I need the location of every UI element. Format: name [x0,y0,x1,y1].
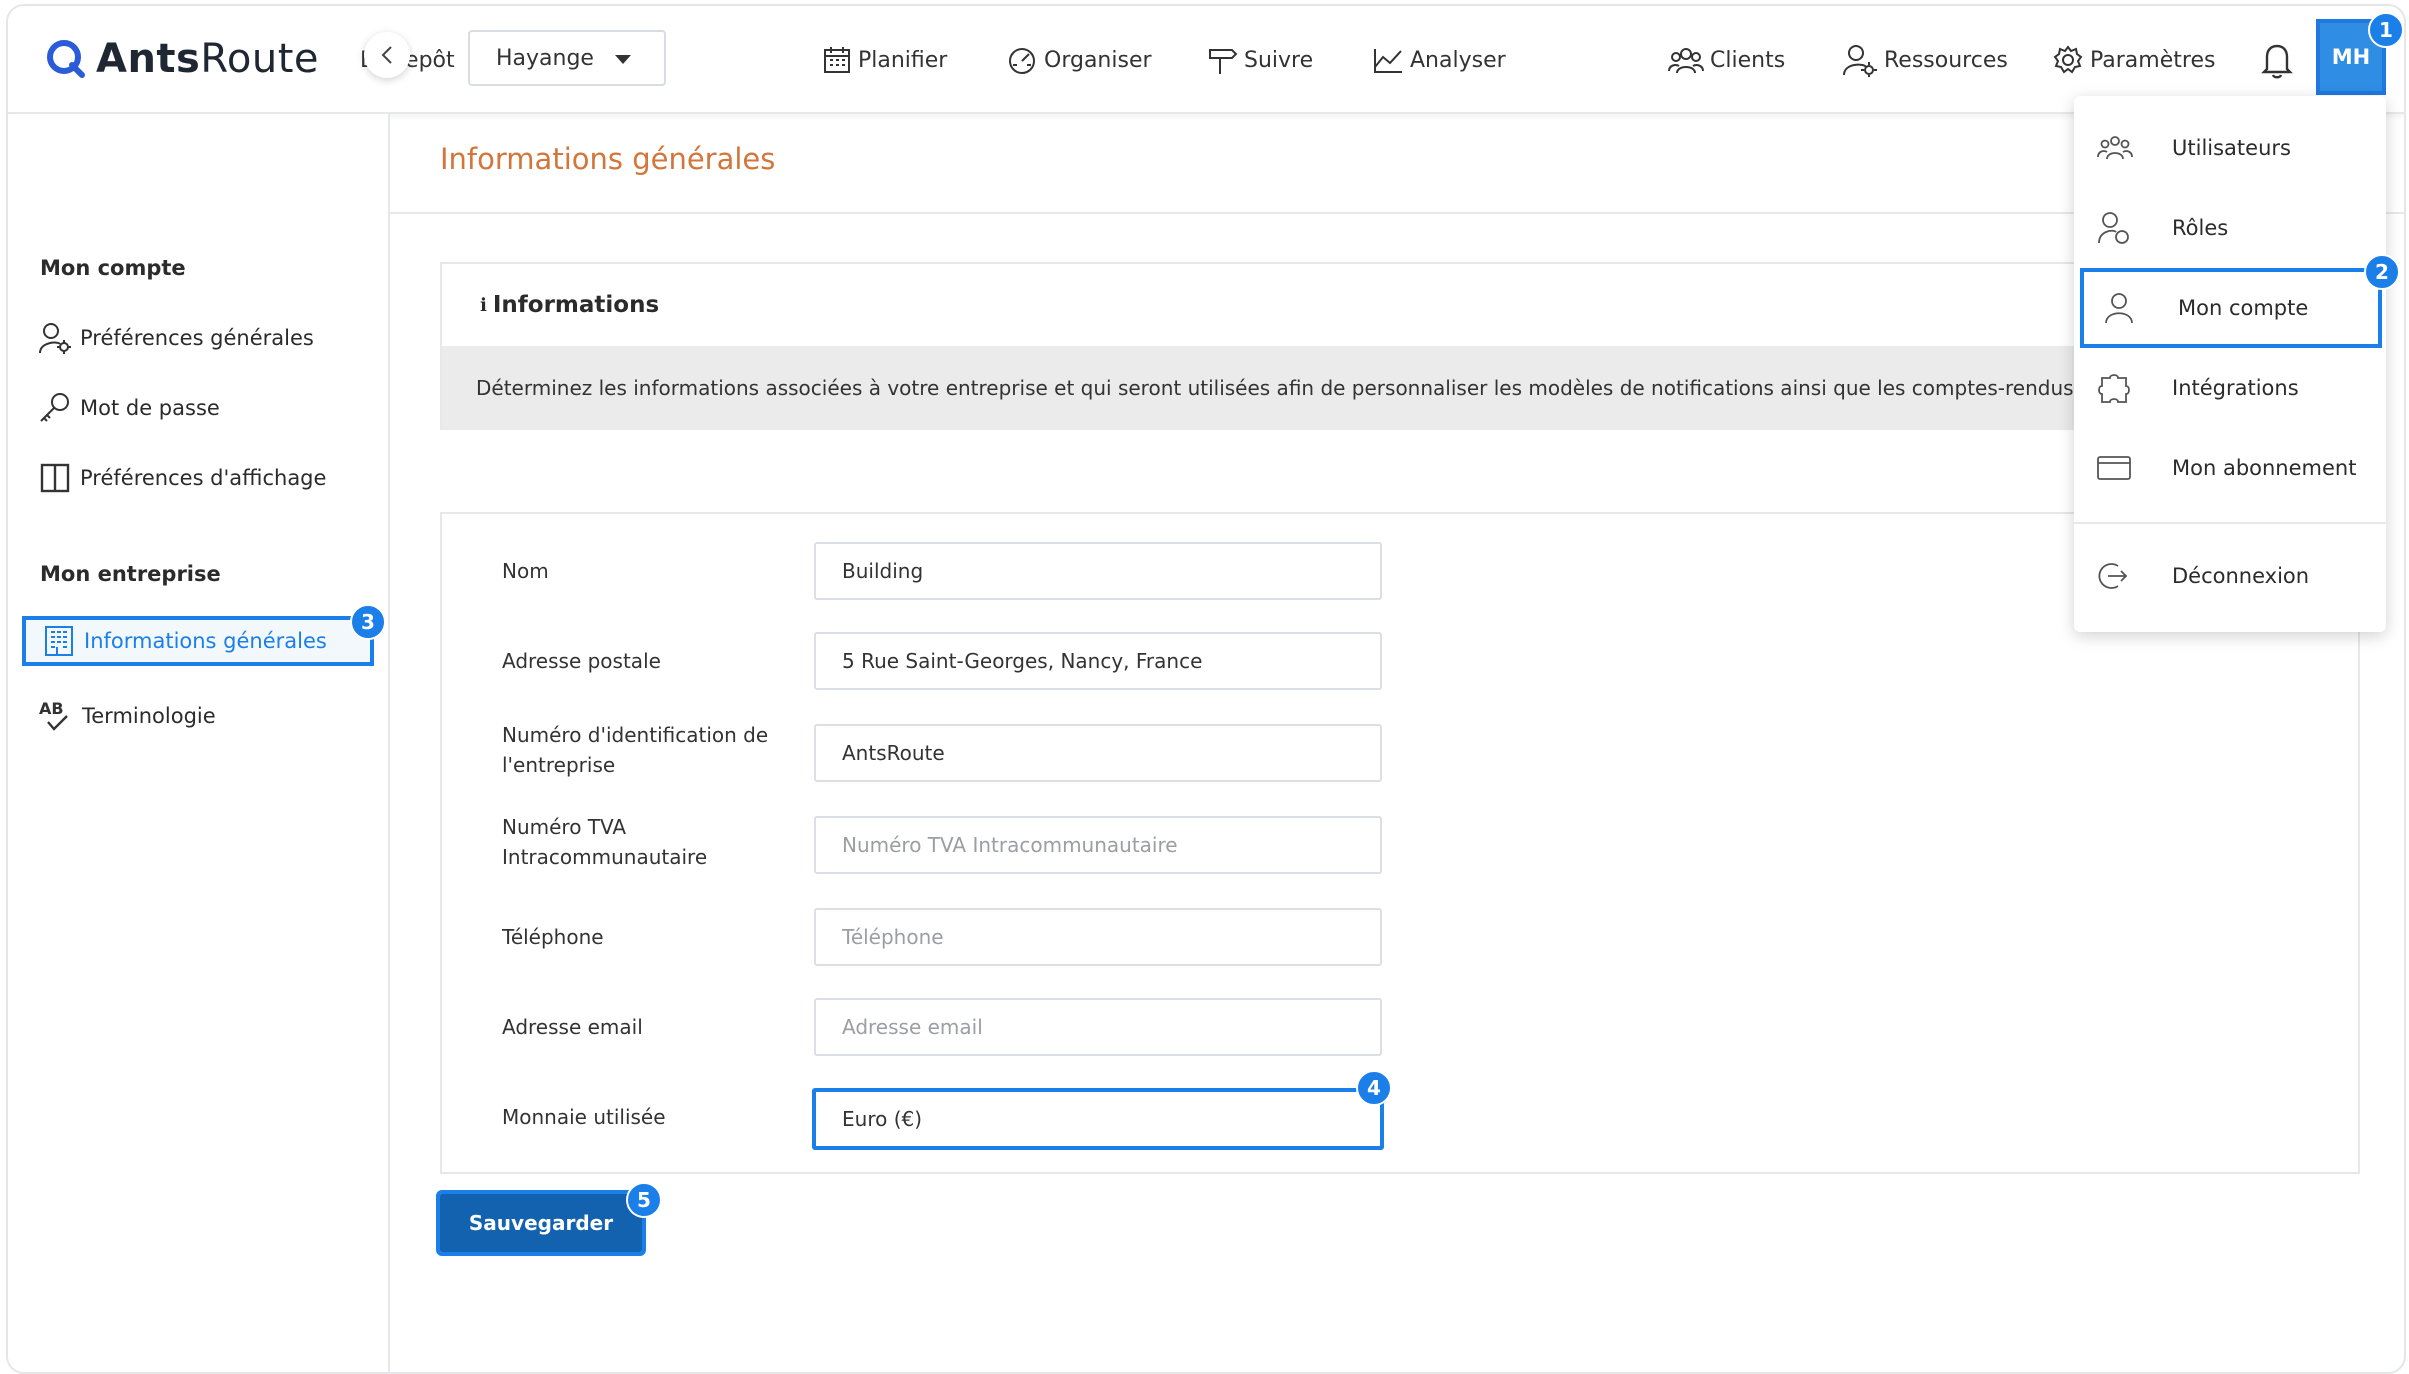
field-label-vat: Numéro TVA Intracommunautaire [502,815,708,869]
logo[interactable]: AntsRoute [44,32,319,86]
nav-analyser[interactable]: Analyser [1372,40,1506,80]
logo-text: AntsRoute [96,36,319,82]
menu-item-users[interactable]: Utilisateurs [2074,108,2386,188]
nav-ressources[interactable]: Ressources [1842,40,2008,80]
bell-icon[interactable] [2260,40,2294,80]
info-card-header: ℹ Informations [442,264,2358,346]
credit-card-icon [2097,456,2131,480]
sidebar-item-label: Informations générales [84,629,327,653]
nav-label: Analyser [1410,47,1506,73]
info-icon: ℹ [480,294,487,316]
sidebar-item-label: Mot de passe [80,396,220,420]
sidebar-item-display-preferences[interactable]: Préférences d'affichage [38,456,326,500]
sidebar: Mon compte Préférences générales Mot de … [8,114,390,1372]
menu-item-logout[interactable]: Déconnexion [2074,536,2386,616]
chevron-left-icon [381,46,392,64]
nav-suivre[interactable]: Suivre [1206,40,1313,80]
depot-value: Hayange [496,45,594,71]
step-badge: 2 [2364,254,2400,290]
sidebar-item-label: Préférences générales [80,326,314,350]
speedometer-icon [1009,48,1035,74]
roles-icon [2098,212,2129,244]
signpost-icon [1209,49,1238,74]
depot-select[interactable]: Hayange [468,30,666,86]
sidebar-item-terminology[interactable]: AB Terminologie [38,694,216,738]
nav-label: Suivre [1244,47,1314,73]
company-form: Nom Building Adresse postale 5 Rue Saint… [440,512,2360,1174]
nav-label: Planifier [858,47,948,73]
nav-label: Paramètres [2090,47,2216,73]
svg-text:AB: AB [39,699,64,718]
field-label-phone: Téléphone [502,925,604,949]
field-label-currency: Monnaie utilisée [502,1105,666,1129]
logo-icon [47,40,85,78]
field-label-name: Nom [502,559,549,583]
app-window: AntsRoute Entrepôt Hayange Planifier Org… [6,4,2406,1374]
nav-organiser[interactable]: Organiser [1006,40,1152,80]
name-input[interactable]: Building [814,542,1382,600]
company-id-input[interactable]: AntsRoute [814,724,1382,782]
users-icon [2097,136,2133,160]
nav-clients[interactable]: Clients [1668,40,1785,80]
spellcheck-icon: AB [39,699,68,731]
email-input[interactable]: Adresse email [814,998,1382,1056]
address-input[interactable]: 5 Rue Saint-Georges, Nancy, France [814,632,1382,690]
menu-item-label: Rôles [2172,216,2229,240]
menu-item-label: Mon abonnement [2172,456,2357,480]
sidebar-item-password[interactable]: Mot de passe [38,386,220,430]
menu-item-integrations[interactable]: Intégrations [2074,348,2386,428]
save-button[interactable]: Sauvegarder [436,1190,646,1256]
field-label-company-id: Numéro d'identification de l'entreprise [502,723,769,777]
menu-item-my-account[interactable]: Mon compte [2080,268,2382,348]
chart-icon [1374,49,1402,73]
columns-icon [40,463,70,493]
menu-item-subscription[interactable]: Mon abonnement [2074,428,2386,508]
page-title: Informations générales [440,142,776,176]
calendar-icon [824,47,850,73]
settings-dropdown-menu: Utilisateurs Rôles Mon compte Intégratio… [2074,96,2386,632]
info-card-title: Informations [492,292,660,318]
users-icon [1668,48,1704,74]
section-title-account: Mon compte [40,256,186,280]
nav-label: Organiser [1044,47,1152,73]
info-card-description: Déterminez les informations associées à … [442,346,2358,430]
gear-icon [2053,45,2083,74]
section-title-company: Mon entreprise [40,562,221,586]
nav-planifier[interactable]: Planifier [822,40,947,80]
phone-input[interactable]: Téléphone [814,908,1382,966]
user-gear-icon [39,323,71,354]
info-card: ℹ Informations Déterminez les informatio… [440,262,2360,430]
chevron-down-icon [615,55,631,64]
step-badge: 5 [626,1182,662,1218]
puzzle-icon [2098,374,2130,403]
currency-select[interactable]: Euro (€) [812,1088,1384,1150]
nav-label: Clients [1710,47,1786,73]
menu-item-label: Utilisateurs [2172,136,2291,160]
sidebar-item-general-information[interactable]: Informations générales [22,616,374,666]
vat-input[interactable]: Numéro TVA Intracommunautaire [814,816,1382,874]
menu-item-label: Intégrations [2172,376,2299,400]
nav-parametres[interactable]: Paramètres [2052,40,2215,80]
menu-item-roles[interactable]: Rôles [2074,188,2386,268]
step-badge: 4 [1356,1070,1392,1106]
menu-divider [2074,522,2386,524]
menu-item-label: Mon compte [2178,296,2309,320]
step-badge: 1 [2368,12,2404,48]
key-icon [40,393,69,422]
field-label-address: Adresse postale [502,649,661,673]
menu-item-label: Déconnexion [2172,564,2310,588]
sidebar-item-label: Préférences d'affichage [80,466,327,490]
sidebar-item-label: Terminologie [82,704,216,728]
building-icon [45,626,73,656]
collapse-sidebar-button[interactable] [364,32,410,78]
logout-icon [2098,563,2128,589]
step-badge: 3 [350,604,386,640]
sidebar-item-general-preferences[interactable]: Préférences générales [38,316,314,360]
nav-label: Ressources [1884,47,2008,73]
user-icon [2105,293,2133,324]
field-label-email: Adresse email [502,1015,643,1039]
user-gear-icon [1843,45,1877,77]
